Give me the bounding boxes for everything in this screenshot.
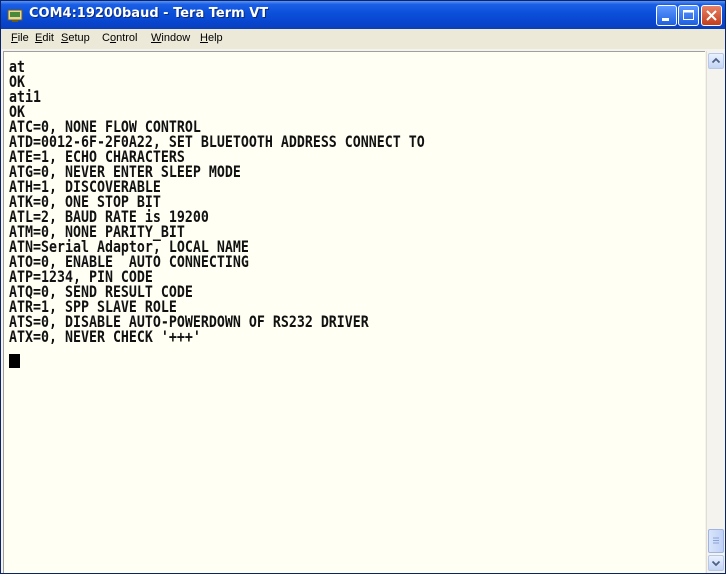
window-title: COM4:19200baud - Tera Term VT — [29, 6, 269, 21]
menu-window-label: indow — [161, 32, 191, 44]
menu-window[interactable]: Window — [151, 32, 190, 44]
minimize-icon — [662, 18, 669, 21]
menu-control-label: ntrol — [116, 32, 138, 44]
scroll-down-button[interactable] — [708, 555, 724, 571]
maximize-icon — [683, 10, 694, 20]
vertical-scrollbar[interactable] — [706, 51, 725, 573]
terminal-line: ATX=0, NEVER CHECK '+++' — [9, 327, 201, 346]
menu-setup[interactable]: Setup — [61, 32, 90, 44]
menu-setup-label: etup — [68, 32, 90, 44]
maximize-button[interactable] — [678, 5, 699, 26]
menu-window-accel: W — [151, 32, 162, 44]
close-button[interactable] — [701, 5, 722, 26]
terminal-output[interactable]: at OK ati1 OK ATC=0, NONE FLOW CONTROL A… — [3, 51, 705, 573]
text-cursor — [9, 354, 20, 368]
scroll-thumb[interactable] — [708, 529, 724, 553]
minimize-button[interactable] — [656, 5, 677, 26]
menu-help[interactable]: Help — [200, 32, 223, 44]
menu-control-prefix: C — [102, 32, 110, 44]
grip-icon — [713, 537, 719, 544]
title-bar[interactable]: COM4:19200baud - Tera Term VT — [1, 1, 725, 29]
chevron-down-icon — [711, 560, 721, 567]
menu-control[interactable]: Control — [102, 32, 137, 44]
scroll-up-button[interactable] — [708, 53, 724, 69]
menu-file-label: ile — [17, 32, 29, 44]
menu-help-label: elp — [207, 32, 223, 44]
menu-file[interactable]: File — [11, 32, 29, 44]
menu-file-accel: F — [11, 32, 18, 44]
teraterm-app-icon[interactable] — [7, 7, 23, 23]
chevron-up-icon — [711, 57, 721, 64]
menu-edit-label: dit — [42, 32, 54, 44]
menu-edit[interactable]: Edit — [35, 32, 54, 44]
tera-term-window: COM4:19200baud - Tera Term VT File Edit … — [0, 0, 726, 574]
close-icon — [706, 10, 717, 21]
menu-help-accel: H — [200, 32, 208, 44]
menu-bar: File Edit Setup Control Window Help — [1, 29, 725, 49]
